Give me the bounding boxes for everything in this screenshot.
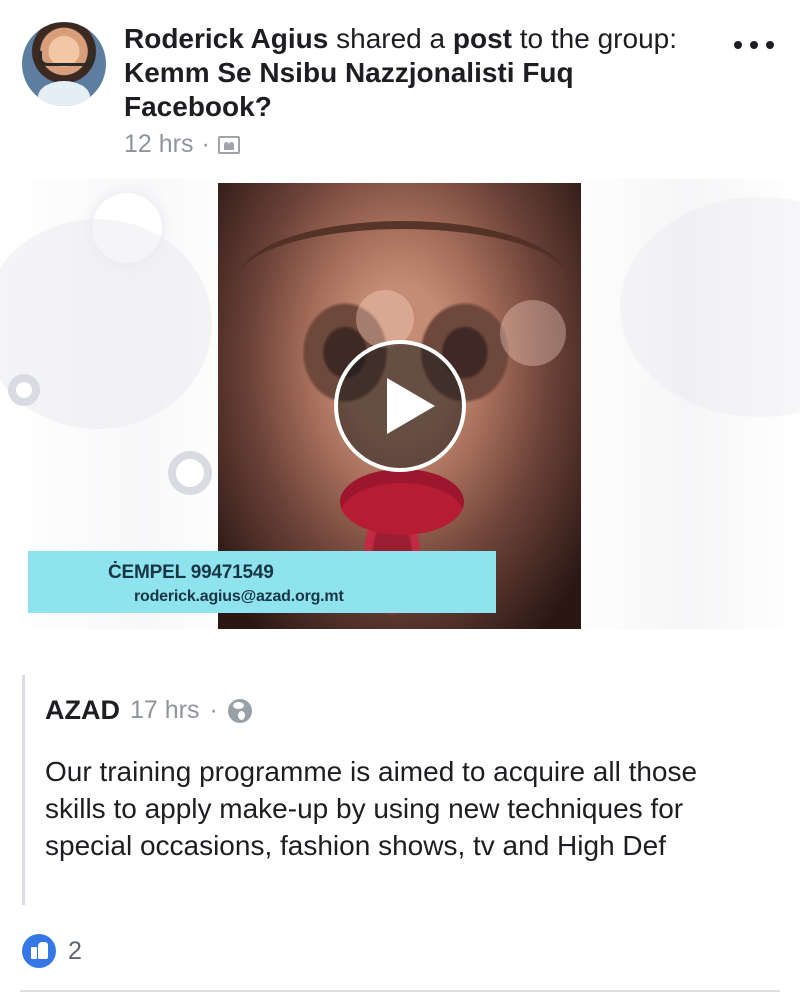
- post-header: Roderick Agius shared a post to the grou…: [0, 0, 800, 175]
- light-overlay-circle: [500, 300, 566, 366]
- divider: [20, 990, 780, 992]
- meta-separator: ·: [201, 130, 210, 158]
- like-icon: [22, 934, 56, 968]
- shared-post-timestamp[interactable]: 17 hrs: [130, 696, 199, 725]
- reaction-summary[interactable]: 2: [22, 934, 82, 968]
- shared-post-author[interactable]: AZAD: [45, 695, 120, 726]
- post-author[interactable]: Roderick Agius: [124, 23, 328, 54]
- profile-avatar[interactable]: [22, 22, 106, 106]
- more-options-icon[interactable]: [734, 36, 774, 54]
- shared-post-card[interactable]: AZAD 17 hrs · Our training programme is …: [22, 675, 778, 905]
- decorative-ring: [8, 374, 40, 406]
- menu-dot: [766, 41, 774, 49]
- shared-meta-separator: ·: [209, 696, 218, 724]
- shared-post-header: AZAD 17 hrs ·: [45, 695, 252, 726]
- decorative-shape: [620, 197, 800, 417]
- group-icon: [217, 135, 240, 154]
- contact-phone: ĊEMPEL 99471549: [108, 562, 274, 583]
- shared-object-link[interactable]: post: [453, 23, 512, 54]
- reaction-count: 2: [68, 936, 82, 965]
- menu-dot: [734, 41, 742, 49]
- contact-email: roderick.agius@azad.org.mt: [134, 588, 344, 605]
- post-timestamp[interactable]: 12 hrs: [124, 130, 193, 159]
- share-action-prefix: shared a: [336, 23, 446, 54]
- share-action-suffix: to the: [519, 23, 590, 54]
- menu-dot: [750, 41, 758, 49]
- post-header-text: Roderick Agius shared a post to the grou…: [124, 22, 684, 124]
- group-label: group:: [597, 23, 678, 54]
- group-name-link[interactable]: Kemm Se Nsibu Nazzjonalisti Fuq Facebook…: [124, 57, 574, 122]
- post-meta: 12 hrs ·: [124, 130, 240, 159]
- shared-post-text: Our training programme is aimed to acqui…: [45, 756, 698, 861]
- play-icon[interactable]: [334, 340, 466, 472]
- decorative-ring: [168, 451, 212, 495]
- contact-banner: ĊEMPEL 99471549 roderick.agius@azad.org.…: [28, 551, 496, 613]
- globe-icon: [227, 698, 252, 723]
